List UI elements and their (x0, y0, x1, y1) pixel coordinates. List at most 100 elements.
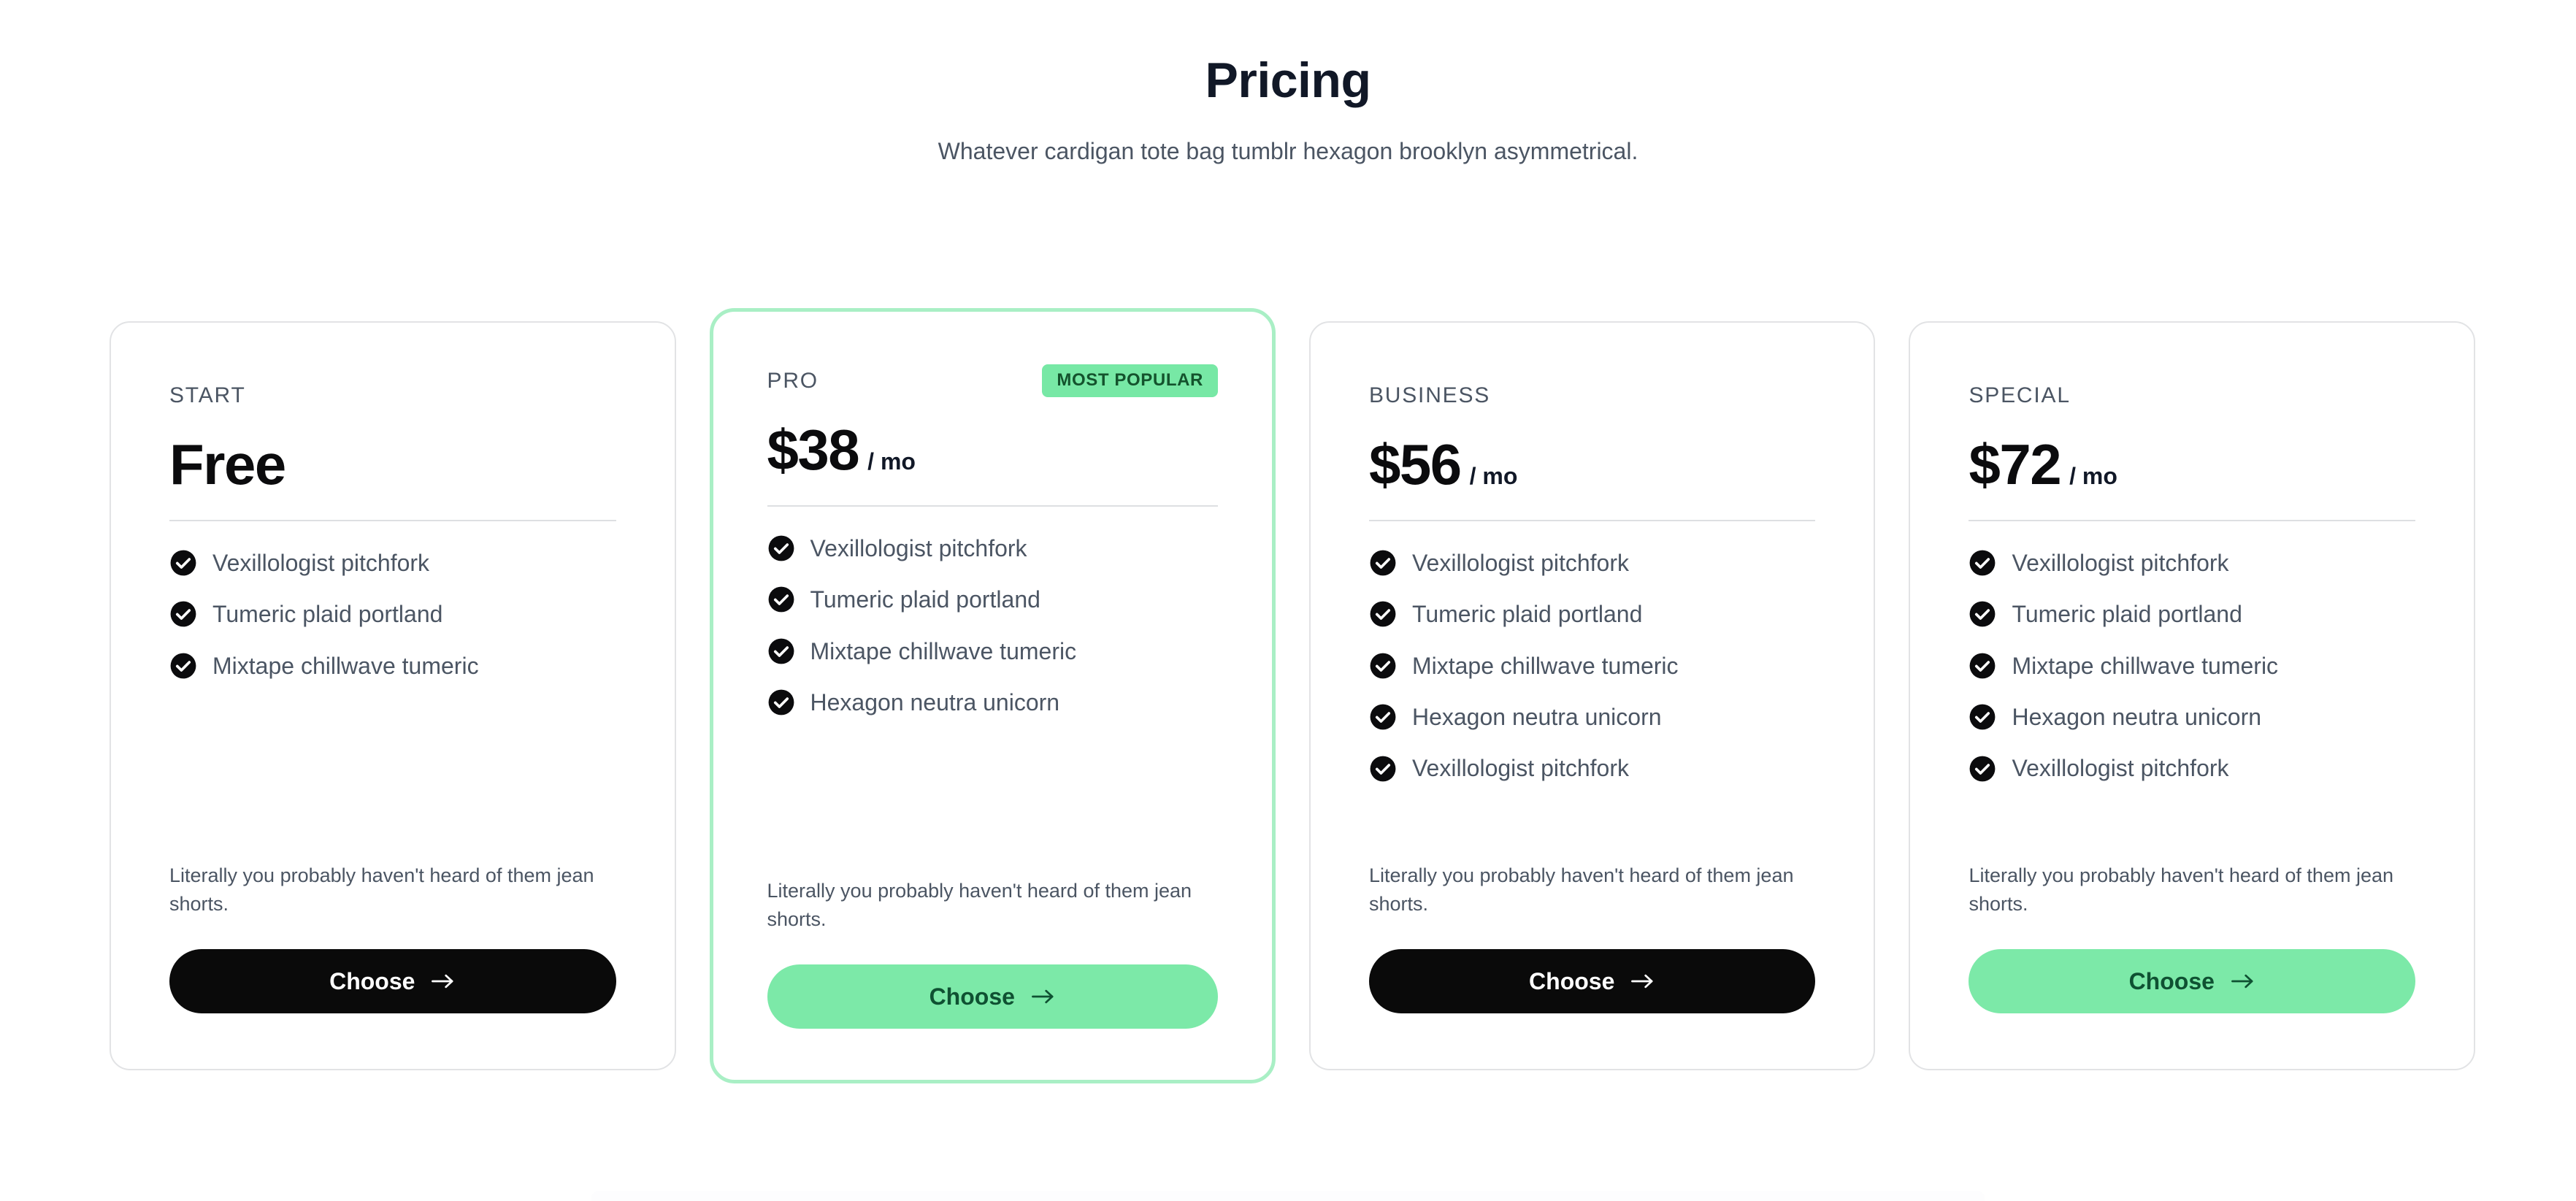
feature-label: Hexagon neutra unicorn (1411, 704, 1662, 731)
list-item: Hexagon neutra unicorn (767, 688, 1218, 716)
pricing-card-start: START Free Vexillologist pitchfork Tumeric … (110, 321, 676, 1070)
check-circle-icon (1370, 756, 1396, 782)
feature-label: Vexillologist pitchfork (810, 534, 1027, 561)
feature-label: Mixtape chillwave tumeric (810, 637, 1077, 664)
check-circle-icon (170, 550, 196, 576)
list-item: Mixtape chillwave tumeric (1369, 652, 1816, 680)
price-row: $56 / mo (1368, 432, 1816, 496)
check-circle-icon (768, 535, 794, 561)
feature-label: Vexillologist pitchfork (212, 549, 430, 576)
divider (767, 504, 1218, 507)
feature-label: Mixtape chillwave tumeric (1411, 652, 1679, 679)
price-amount: $56 (1368, 432, 1462, 496)
flex-spacer (169, 680, 616, 862)
feature-label: Hexagon neutra unicorn (2012, 704, 2262, 731)
price-amount: $38 (767, 418, 860, 482)
check-circle-icon (170, 653, 196, 679)
arrow-right-icon (1631, 974, 1653, 989)
pricing-card-list: START Free Vexillologist pitchfork Tumeric … (110, 308, 2475, 1083)
pricing-page: Pricing Whatever cardigan tote bag tumbl… (0, 0, 2576, 1201)
list-item: Vexillologist pitchfork (1969, 549, 2415, 577)
page-subtitle: Whatever cardigan tote bag tumblr hexago… (938, 137, 1638, 164)
pricing-card-special: SPECIAL $72 / mo Vexillologist pitchfork Tum… (1909, 321, 2475, 1070)
feature-label: Vexillologist pitchfork (1411, 755, 1629, 782)
list-item: Tumeric plaid portland (767, 586, 1218, 613)
check-circle-icon (170, 602, 196, 627)
card-note: Literally you probably haven't heard of … (1969, 864, 2393, 915)
feature-list: Vexillologist pitchfork Tumeric plaid por… (1969, 549, 2415, 783)
check-circle-icon (1970, 602, 1996, 627)
choose-button-label: Choose (2128, 967, 2215, 994)
feature-label: Mixtape chillwave tumeric (2012, 652, 2279, 679)
flex-spacer (1969, 783, 2415, 862)
divider (169, 519, 616, 521)
page-title: Pricing (1205, 53, 1372, 108)
check-circle-icon (1970, 756, 1996, 782)
check-circle-icon (1970, 653, 1996, 679)
price-amount: Free (169, 432, 286, 496)
feature-label: Tumeric plaid portland (212, 601, 443, 628)
check-circle-icon (1370, 704, 1396, 730)
check-circle-icon (768, 638, 794, 664)
card-note: Literally you probably haven't heard of … (169, 864, 594, 915)
list-item: Mixtape chillwave tumeric (767, 637, 1218, 665)
feature-list: Vexillologist pitchfork Tumeric plaid por… (1369, 549, 1816, 783)
feature-label: Vexillologist pitchfork (2012, 755, 2229, 782)
tier-name: BUSINESS (1368, 383, 1491, 407)
check-circle-icon (768, 587, 794, 613)
status-badge: MOST POPULAR (1042, 364, 1218, 397)
tier-name: SPECIAL (1969, 383, 2071, 407)
card-note: Literally you probably haven't heard of … (1368, 864, 1794, 915)
list-item: Tumeric plaid portland (169, 600, 616, 628)
choose-button[interactable]: Choose (1969, 949, 2415, 1013)
list-item: Vexillologist pitchfork (767, 534, 1218, 562)
feature-label: Vexillologist pitchfork (2012, 549, 2229, 576)
flex-spacer (1369, 783, 1816, 862)
flex-spacer (767, 716, 1218, 876)
divider (1969, 519, 2415, 521)
feature-list: Vexillologist pitchfork Tumeric plaid por… (169, 549, 616, 680)
price-amount: $72 (1969, 432, 2061, 496)
feature-label: Vexillologist pitchfork (1411, 549, 1629, 576)
feature-list: Vexillologist pitchfork Tumeric plaid por… (767, 534, 1218, 717)
price-row: Free (169, 432, 616, 496)
choose-button-label: Choose (1529, 967, 1615, 994)
card-header: BUSINESS (1369, 380, 1816, 412)
choose-button[interactable]: Choose (169, 949, 616, 1013)
list-item: Mixtape chillwave tumeric (1969, 652, 2415, 680)
price-row: $38 / mo (767, 418, 1218, 482)
next-section-edge (591, 1191, 1985, 1201)
price-period: / mo (2069, 463, 2117, 489)
check-circle-icon (1370, 653, 1396, 679)
feature-label: Hexagon neutra unicorn (810, 689, 1060, 716)
pricing-card-pro: PRO MOST POPULAR $38 / mo Vexillologist pitc… (709, 308, 1276, 1083)
list-item: Hexagon neutra unicorn (1969, 703, 2415, 731)
pricing-header: Pricing Whatever cardigan tote bag tumbl… (0, 0, 2576, 167)
list-item: Mixtape chillwave tumeric (169, 652, 616, 680)
card-header: SPECIAL (1969, 380, 2415, 412)
divider (1368, 519, 1816, 521)
card-header: PRO MOST POPULAR (767, 364, 1218, 397)
arrow-right-icon (432, 974, 453, 989)
choose-button[interactable]: Choose (767, 964, 1218, 1029)
list-item: Tumeric plaid portland (1969, 600, 2415, 628)
check-circle-icon (1370, 602, 1396, 627)
check-circle-icon (1370, 550, 1396, 576)
price-row: $72 / mo (1969, 432, 2415, 496)
list-item: Vexillologist pitchfork (1969, 754, 2415, 782)
choose-button[interactable]: Choose (1368, 949, 1816, 1013)
feature-label: Tumeric plaid portland (1411, 601, 1643, 628)
list-item: Vexillologist pitchfork (1369, 754, 1816, 782)
arrow-right-icon (1031, 989, 1054, 1004)
check-circle-icon (768, 689, 794, 715)
list-item: Vexillologist pitchfork (169, 549, 616, 577)
check-circle-icon (1970, 550, 1996, 576)
pricing-card-business: BUSINESS $56 / mo Vexillologist pitchfork Tu… (1308, 321, 1876, 1070)
list-item: Vexillologist pitchfork (1369, 549, 1816, 577)
card-header: START (169, 380, 616, 412)
price-period: / mo (867, 448, 916, 475)
check-circle-icon (1970, 704, 1996, 730)
choose-button-label: Choose (929, 983, 1015, 1010)
choose-button-label: Choose (329, 967, 415, 994)
price-period: / mo (1469, 463, 1518, 489)
